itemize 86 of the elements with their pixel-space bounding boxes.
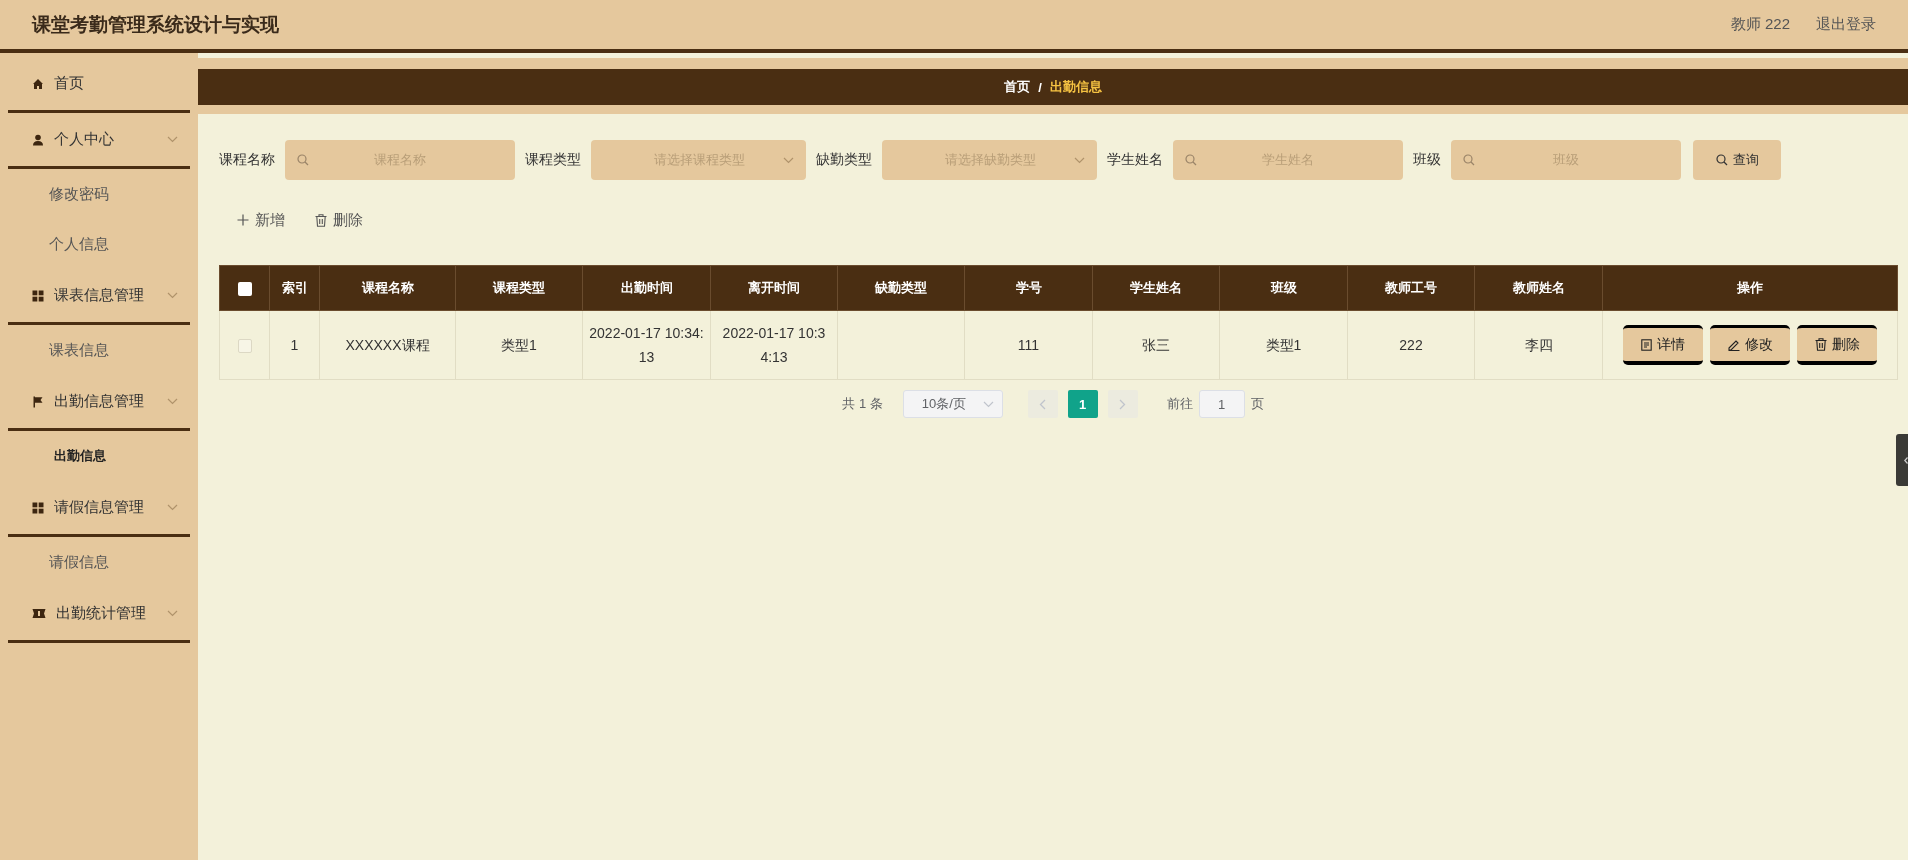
- search-icon: [1715, 154, 1728, 166]
- menu-item[interactable]: 个人中心: [0, 113, 198, 166]
- select-all-checkbox[interactable]: [237, 281, 252, 296]
- grid-icon: [32, 289, 44, 302]
- table-cell: 2022-01-17 10:34:13: [582, 310, 711, 380]
- page-input[interactable]: 1: [1198, 390, 1245, 418]
- filter-label: 缺勤类型: [816, 151, 872, 169]
- search-icon: [1185, 154, 1197, 166]
- column-header: 教师工号: [1347, 265, 1475, 311]
- table-cell: 1: [269, 310, 320, 380]
- chevron-left-icon: [1904, 456, 1908, 464]
- submenu-item[interactable]: 修改密码: [0, 169, 198, 219]
- grid-icon: [32, 501, 44, 514]
- collapse-handle[interactable]: [1896, 434, 1908, 486]
- home-icon: [32, 77, 44, 90]
- filter-label: 课程名称: [219, 151, 275, 169]
- column-header: 班级: [1219, 265, 1348, 311]
- column-header: 操作: [1602, 265, 1898, 311]
- menu-item[interactable]: 首页: [0, 57, 198, 110]
- menu-item[interactable]: 出勤统计管理: [0, 587, 198, 640]
- filter-label: 班级: [1413, 151, 1441, 169]
- chevron-down-icon: [783, 156, 794, 164]
- chevron-down-icon: [167, 136, 178, 143]
- column-header: 课程名称: [319, 265, 456, 311]
- ticket-icon: [32, 608, 46, 619]
- chevron-down-icon: [167, 504, 178, 511]
- column-header: 索引: [269, 265, 320, 311]
- table-cell: 类型1: [455, 310, 583, 380]
- chevron-left-icon: [1039, 398, 1047, 410]
- delete-button[interactable]: 删除: [1797, 325, 1877, 365]
- table-cell: 类型1: [1219, 310, 1348, 380]
- filter-label: 课程类型: [525, 151, 581, 169]
- table-cell: 2022-01-17 10:34:13: [710, 310, 838, 380]
- separator: /: [1038, 79, 1042, 95]
- trash-icon: [315, 213, 327, 227]
- delete-button[interactable]: 删除: [313, 208, 365, 232]
- user-label: 教师 222: [1730, 15, 1790, 34]
- column-header: 教师姓名: [1474, 265, 1603, 311]
- menu-item[interactable]: 请假信息管理: [0, 481, 198, 534]
- table-cell: 111: [964, 310, 1093, 380]
- column-header: 缺勤类型: [837, 265, 965, 311]
- submenu-item[interactable]: 出勤信息: [0, 431, 198, 481]
- table-cell: 李四: [1474, 310, 1603, 380]
- column-header: 课程类型: [455, 265, 583, 311]
- page-size-select[interactable]: 10条/页: [902, 390, 1003, 418]
- menu-item[interactable]: 出勤信息管理: [0, 375, 198, 428]
- trash-icon: [1814, 338, 1827, 351]
- document-icon: [1641, 338, 1652, 351]
- chevron-right-icon: [1119, 398, 1127, 410]
- search-icon: [297, 154, 309, 166]
- search-button[interactable]: 查询: [1693, 140, 1781, 180]
- filter-label: 学生姓名: [1107, 151, 1163, 169]
- app-title: 课堂考勤管理系统设计与实现: [32, 12, 280, 37]
- submenu-item[interactable]: 请假信息: [0, 537, 198, 587]
- chevron-down-icon: [982, 400, 994, 408]
- add-button[interactable]: 新增: [235, 208, 287, 232]
- previous-page-button[interactable]: [1027, 390, 1058, 418]
- pencil-icon: [1727, 338, 1740, 351]
- detail-button[interactable]: 详情: [1623, 325, 1703, 365]
- column-header: 学生姓名: [1092, 265, 1220, 311]
- total-count: 共 1 条: [842, 395, 883, 413]
- user-icon: [32, 133, 44, 146]
- submenu-item[interactable]: 个人信息: [0, 219, 198, 269]
- row-checkbox[interactable]: [237, 339, 252, 354]
- search-icon: [1463, 154, 1475, 166]
- column-header: 学号: [964, 265, 1093, 311]
- edit-button[interactable]: 修改: [1710, 325, 1790, 365]
- submenu-item[interactable]: 课表信息: [0, 325, 198, 375]
- chevron-down-icon: [167, 398, 178, 405]
- chevron-down-icon: [1074, 156, 1085, 164]
- chevron-down-icon: [167, 610, 178, 617]
- column-header: 离开时间: [710, 265, 838, 311]
- chevron-down-icon: [167, 292, 178, 299]
- table-cell: XXXXXX课程: [319, 310, 456, 380]
- page-suffix: 页: [1250, 395, 1264, 413]
- next-page-button[interactable]: [1107, 390, 1138, 418]
- breadcrumb-link[interactable]: 首页: [1004, 78, 1031, 96]
- table-cell: 222: [1347, 310, 1475, 380]
- table-cell: 张三: [1092, 310, 1220, 380]
- plus-icon: [237, 214, 249, 226]
- logout-link[interactable]: 退出登录: [1816, 15, 1876, 34]
- menu-item[interactable]: 课表信息管理: [0, 269, 198, 322]
- column-header: 出勤时间: [582, 265, 711, 311]
- goto-label: 前往: [1166, 395, 1193, 413]
- breadcrumb-link[interactable]: 出勤信息: [1049, 78, 1102, 96]
- flag-icon: [32, 395, 44, 408]
